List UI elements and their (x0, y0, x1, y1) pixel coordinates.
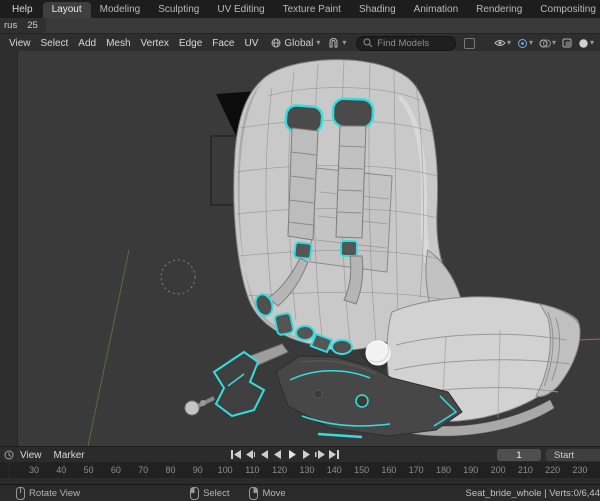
timeline-tick: 160 (381, 465, 397, 475)
toolbar-strip[interactable] (0, 51, 17, 446)
timeline-ruler[interactable]: 30 40 50 60 70 80 90 100 110 120 130 140 150 160 170 18… (0, 462, 600, 478)
menu-face[interactable]: Face (207, 38, 239, 49)
operator-panel-value: 25 (27, 20, 38, 31)
operator-panel-fragment[interactable]: rus 25 (0, 18, 46, 33)
timeline-tick: 70 (138, 465, 149, 475)
viewport[interactable] (0, 51, 600, 447)
timeline-menu-marker[interactable]: Marker (48, 450, 91, 461)
topbar: Help Layout Modeling Sculpting UV Editin… (0, 0, 600, 18)
filter-checkbox[interactable] (464, 37, 476, 49)
orientation-label: Global (284, 37, 314, 49)
hint-move: Move (249, 486, 286, 500)
frame-start-field[interactable]: Start (546, 449, 600, 461)
shading-solid-icon[interactable]: ▾ (578, 38, 594, 49)
mouse-icon (16, 486, 25, 500)
mouse-icon (190, 486, 200, 500)
timeline-right: 1 Start (497, 449, 600, 461)
workspace-tabs: Layout Modeling Sculpting UV Editing Tex… (42, 0, 600, 18)
scene-stats: Seat_bride_whole | Verts:0/6,44 (465, 487, 600, 499)
viewport-top-band: rus 25 (0, 18, 600, 33)
tab-sculpting[interactable]: Sculpting (149, 2, 208, 18)
orientation-dropdown[interactable]: Global ▾ (271, 38, 320, 49)
timeline-tick: 120 (272, 465, 288, 475)
menu-select[interactable]: Select (36, 38, 74, 49)
harness-hole-right[interactable] (331, 97, 375, 129)
viewport-canvas[interactable] (0, 51, 600, 447)
chevron-down-icon: ▾ (589, 38, 594, 47)
tab-animation[interactable]: Animation (405, 2, 467, 18)
snap-toggle[interactable]: ▾ (328, 37, 347, 49)
menu-add[interactable]: Add (73, 38, 101, 49)
menu-mesh[interactable]: Mesh (101, 38, 135, 49)
hint-rotate-view: Rotate View (16, 486, 80, 500)
chevron-down-icon: ▾ (528, 38, 533, 47)
strap-adjuster-left[interactable] (293, 241, 313, 260)
jump-start-button[interactable] (230, 448, 242, 461)
viewport-header: View Select Add Mesh Vertex Edge Face UV… (0, 33, 600, 53)
menu-help[interactable]: Help (6, 4, 39, 15)
timeline-tick: 30 (28, 465, 39, 475)
timeline-tick: 100 (217, 465, 233, 475)
gizmo-icon[interactable]: ▾ (517, 38, 533, 49)
jump-end-button[interactable] (328, 448, 340, 461)
menu-vertex[interactable]: Vertex (136, 38, 174, 49)
current-frame-field[interactable]: 1 (497, 449, 541, 461)
search-box[interactable] (356, 35, 457, 51)
timeline-menu-view[interactable]: View (14, 450, 48, 461)
playback-controls (230, 448, 340, 461)
timeline-tick: 170 (408, 465, 424, 475)
next-keyframe-button[interactable] (314, 448, 326, 461)
timeline-tick: 140 (326, 465, 342, 475)
chevron-down-icon: ▾ (506, 38, 511, 47)
prev-keyframe-button[interactable] (244, 448, 256, 461)
timeline-editor-icon[interactable] (0, 450, 14, 460)
object-visibility-icon[interactable]: ▾ (494, 38, 511, 48)
menu-uv[interactable]: UV (240, 38, 264, 49)
timeline-tick: 150 (354, 465, 370, 475)
timeline-tick: 180 (435, 465, 452, 475)
mouse-icon (249, 486, 259, 500)
timeline-tick: 200 (490, 465, 506, 475)
menu-view[interactable]: View (4, 38, 36, 49)
orientation-globe-icon (271, 38, 281, 48)
timeline-tick: 230 (572, 465, 588, 475)
tab-layout[interactable]: Layout (42, 2, 91, 18)
next-frame-button[interactable] (300, 448, 312, 461)
magnet-icon (329, 37, 338, 47)
tab-compositing[interactable]: Compositing (531, 2, 600, 18)
overlays-icon[interactable]: ▾ (539, 38, 556, 49)
timeline-tick: 130 (299, 465, 315, 475)
search-icon (363, 38, 373, 48)
timeline-tick: 40 (56, 465, 67, 475)
tab-texture-paint[interactable]: Texture Paint (274, 2, 350, 18)
play-reverse-button[interactable] (272, 448, 284, 461)
viewport-header-right: ▾ ▾ ▾ ▾ (494, 38, 600, 49)
tab-modeling[interactable]: Modeling (91, 2, 150, 18)
tab-uv-editing[interactable]: UV Editing (208, 2, 273, 18)
chevron-down-icon: ▾ (342, 38, 347, 47)
search-input[interactable] (377, 37, 450, 49)
tab-rendering[interactable]: Rendering (467, 2, 531, 18)
sphere-object[interactable] (365, 340, 391, 366)
timeline-tick: 80 (165, 465, 176, 475)
timeline-header: View Marker 1 Start (0, 446, 600, 463)
tab-shading[interactable]: Shading (350, 2, 405, 18)
menu-edge[interactable]: Edge (174, 38, 207, 49)
timeline-tick: 90 (192, 465, 203, 475)
timeline-tick: 60 (110, 465, 121, 475)
timeline-tick: 50 (83, 465, 94, 475)
hint-select: Select (190, 486, 229, 500)
timeline-tick: 110 (245, 465, 260, 475)
operator-panel-title: rus (4, 20, 18, 31)
timeline-tick: 210 (517, 465, 533, 475)
strap-adjuster-right[interactable] (340, 240, 358, 257)
chevron-down-icon: ▾ (551, 38, 556, 47)
chevron-down-icon: ▾ (316, 38, 321, 47)
prev-frame-button[interactable] (258, 448, 270, 461)
timeline-tick: 220 (545, 465, 561, 475)
xray-toggle-icon[interactable] (562, 38, 572, 48)
statusbar: Rotate View Select Move Seat_bride_whole… (0, 484, 600, 501)
timeline-tick: 190 (463, 465, 479, 475)
play-button[interactable] (286, 448, 298, 461)
